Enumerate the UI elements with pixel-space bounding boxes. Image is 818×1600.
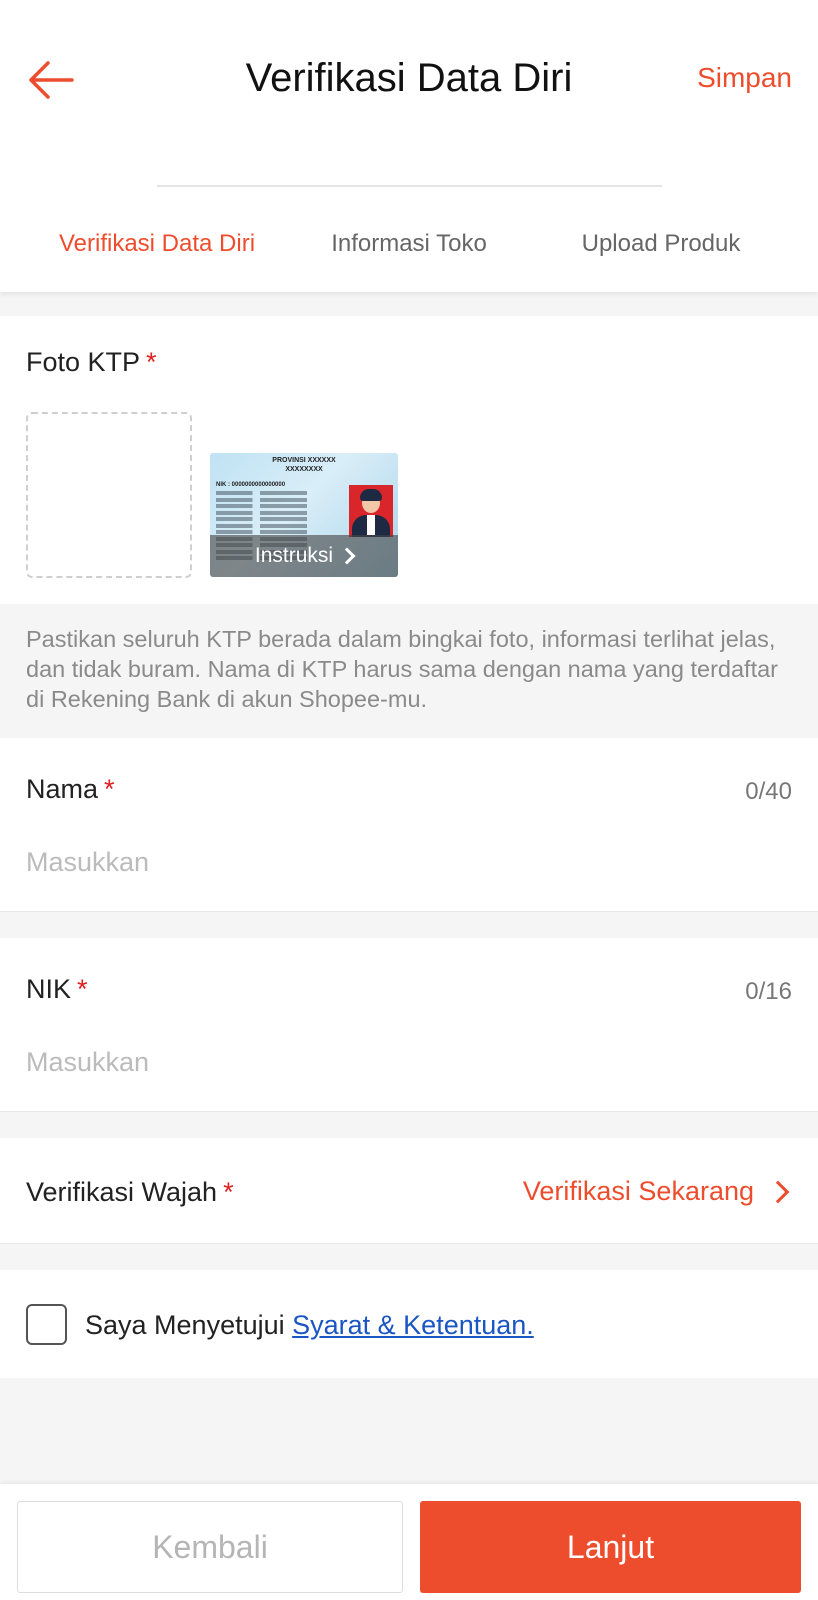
ktp-label-text: Foto KTP bbox=[26, 347, 141, 377]
header: Verifikasi Data Diri Simpan Verifikasi D… bbox=[0, 0, 818, 292]
ktp-sample-header: PROVINSI XXXXXX XXXXXXXX bbox=[210, 456, 398, 474]
instruction-label: Instruksi bbox=[254, 544, 334, 567]
step-upload-produk[interactable]: Upload Produk bbox=[535, 230, 787, 258]
nama-input[interactable] bbox=[26, 840, 792, 884]
agreement-text-label: Saya Menyetujui bbox=[85, 1310, 293, 1340]
ktp-label: Foto KTP * bbox=[26, 347, 157, 378]
step-tabs: Verifikasi Data Diri Informasi Toko Uplo… bbox=[0, 230, 818, 258]
chevron-right-icon bbox=[766, 1180, 790, 1203]
step-progress-line bbox=[157, 185, 662, 187]
nik-section: NIK * 0/16 bbox=[0, 938, 818, 1112]
ktp-sample-city: XXXXXXXX bbox=[285, 466, 323, 473]
nama-section: Nama * 0/40 bbox=[0, 738, 818, 912]
required-mark: * bbox=[223, 1177, 234, 1207]
ktp-hint-text: Pastikan seluruh KTP berada dalam bingka… bbox=[26, 626, 778, 712]
step-informasi-toko[interactable]: Informasi Toko bbox=[283, 230, 535, 258]
nama-char-counter: 0/40 bbox=[745, 778, 792, 805]
instruction-overlay[interactable]: Instruksi bbox=[210, 535, 398, 577]
face-verification-label-text: Verifikasi Wajah bbox=[26, 1177, 218, 1207]
kembali-button[interactable]: Kembali bbox=[17, 1501, 403, 1593]
nama-label-text: Nama bbox=[26, 774, 99, 804]
agreement-section: Saya Menyetujui Syarat & Ketentuan. bbox=[0, 1270, 818, 1378]
save-button[interactable]: Simpan bbox=[697, 62, 792, 94]
required-mark: * bbox=[104, 774, 115, 804]
required-mark: * bbox=[77, 974, 88, 1004]
ktp-sample-image[interactable]: PROVINSI XXXXXX XXXXXXXX NIK : 000000000… bbox=[210, 453, 398, 577]
nik-input[interactable] bbox=[26, 1040, 792, 1084]
required-mark: * bbox=[146, 347, 157, 377]
nik-char-counter: 0/16 bbox=[745, 978, 792, 1005]
ktp-section: Foto KTP * PROVINSI XXXXXX XXXXXXXX NIK :… bbox=[0, 316, 818, 604]
footer-bar: Kembali Lanjut bbox=[0, 1484, 818, 1600]
face-verification-label: Verifikasi Wajah * bbox=[26, 1177, 234, 1208]
ktp-sample-province: PROVINSI XXXXXX bbox=[272, 457, 336, 464]
page-title: Verifikasi Data Diri bbox=[245, 56, 573, 100]
terms-link[interactable]: Syarat & Ketentuan. bbox=[292, 1310, 534, 1340]
chevron-right-icon bbox=[338, 547, 356, 565]
nik-label-text: NIK bbox=[26, 974, 72, 1004]
verify-now-label: Verifikasi Sekarang bbox=[522, 1176, 754, 1206]
step-verifikasi-data-diri[interactable]: Verifikasi Data Diri bbox=[31, 230, 283, 258]
lanjut-button[interactable]: Lanjut bbox=[420, 1501, 801, 1593]
agreement-checkbox[interactable] bbox=[26, 1304, 67, 1345]
face-verification-section: Verifikasi Wajah * Verifikasi Sekarang bbox=[0, 1138, 818, 1244]
nik-label: NIK * bbox=[26, 974, 88, 1005]
ktp-sample-nik: NIK : 0000000000000000 bbox=[216, 482, 286, 488]
nama-label: Nama * bbox=[26, 774, 115, 805]
verify-now-button[interactable]: Verifikasi Sekarang bbox=[523, 1176, 792, 1207]
agreement-text: Saya Menyetujui Syarat & Ketentuan. bbox=[85, 1310, 534, 1341]
ktp-upload-box[interactable] bbox=[26, 412, 192, 578]
ktp-sample-photo bbox=[349, 485, 393, 537]
